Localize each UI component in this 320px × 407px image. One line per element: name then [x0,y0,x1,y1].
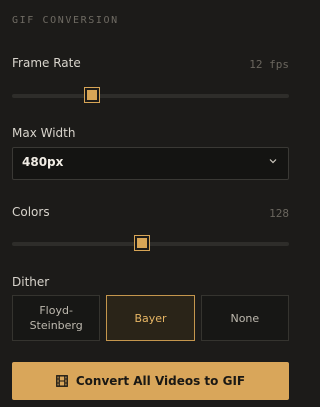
frame-rate-value: 12 fps [249,58,289,71]
max-width-selected-value: 480px [22,155,64,169]
colors-label: Colors [12,205,50,219]
dither-option-bayer[interactable]: Bayer [106,295,195,341]
colors-slider-thumb[interactable] [134,235,150,251]
frame-rate-slider[interactable] [12,87,289,103]
section-title: GIF CONVERSION [12,15,119,26]
frame-rate-slider-thumb[interactable] [84,87,100,103]
dither-option-none[interactable]: None [200,295,289,341]
dither-option-none-label: None [230,311,260,325]
dither-option-floyd-steinberg-label: Floyd- Steinberg [29,304,83,332]
colors-slider[interactable] [12,235,289,251]
frame-rate-label: Frame Rate [12,56,81,70]
max-width-select[interactable]: 480px [12,147,289,180]
film-icon [55,375,68,387]
dither-option-bayer-label: Bayer [134,311,167,325]
dither-option-floyd-steinberg[interactable]: Floyd- Steinberg [12,295,101,341]
max-width-label: Max Width [12,126,76,140]
convert-all-button[interactable]: Convert All Videos to GIF [12,362,289,400]
convert-all-button-label: Convert All Videos to GIF [75,374,246,388]
dither-label: Dither [12,275,50,289]
chevron-down-icon [269,159,277,164]
dither-options: Floyd- Steinberg Bayer None [12,295,289,343]
colors-value: 128 [269,207,289,220]
